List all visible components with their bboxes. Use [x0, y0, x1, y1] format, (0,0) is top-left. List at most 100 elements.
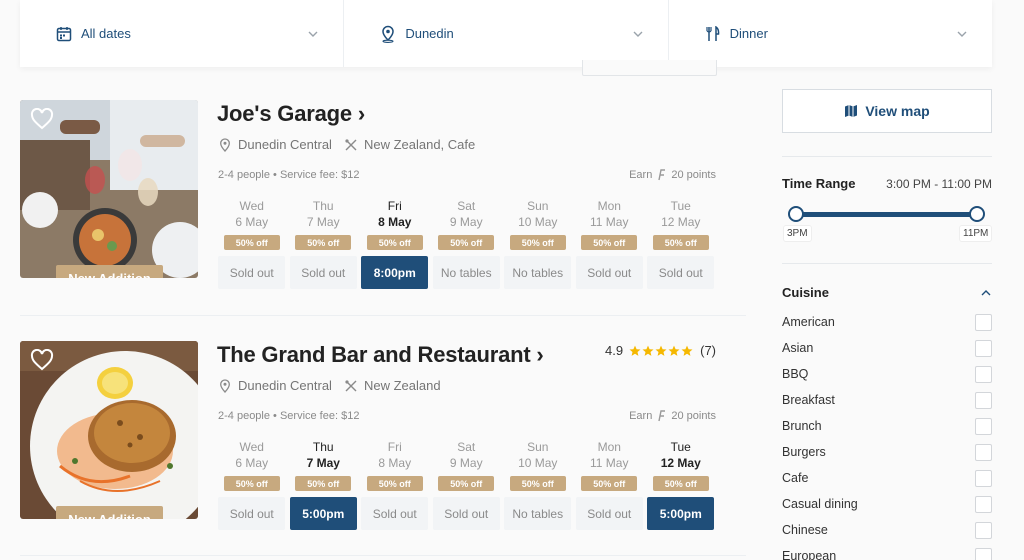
cuisine-option-label: BBQ — [782, 367, 809, 381]
cuisine-option-label: Burgers — [782, 445, 826, 459]
location-filter-label: Dunedin — [405, 26, 454, 41]
discount-badge: 50% off — [295, 476, 352, 491]
time-slot-column: Mon 11 May 50% off Sold out — [575, 198, 644, 289]
cuisine-checkbox[interactable] — [975, 339, 992, 357]
earn-label: Earn — [629, 169, 653, 181]
unavailable-slot: Sold out — [218, 256, 286, 289]
cuisine-option[interactable]: Chinese — [782, 517, 992, 543]
cuisine-checkbox[interactable] — [975, 495, 992, 513]
slot-date: 11 May — [590, 215, 629, 229]
filter-sidebar: View map Time Range 3:00 PM - 11:00 PM 3… — [782, 0, 992, 560]
chevron-up-icon[interactable] — [980, 287, 992, 299]
cuisine-header[interactable]: Cuisine — [782, 285, 992, 300]
cuisine-option[interactable]: Brunch — [782, 413, 992, 439]
restaurant-location: Dunedin Central — [238, 137, 332, 152]
time-slot-column: Sat 9 May 50% off No tables — [432, 198, 501, 289]
earn-points: Earn 20 points — [629, 410, 716, 422]
cuisine-checkbox[interactable] — [975, 365, 992, 383]
unavailable-slot: No tables — [432, 256, 500, 289]
sidebar-divider — [782, 156, 992, 157]
time-range-slider[interactable]: 3PM 11PM — [782, 201, 992, 247]
cuisine-option[interactable]: Casual dining — [782, 491, 992, 517]
slot-date: 8 May — [378, 215, 412, 229]
cuisine-option[interactable]: American — [782, 309, 992, 335]
cuisine-option[interactable]: Breakfast — [782, 387, 992, 413]
cuisine-checkbox[interactable] — [975, 469, 992, 487]
restaurant-photo[interactable]: New Addition — [20, 341, 198, 519]
unavailable-slot: No tables — [504, 497, 572, 530]
restaurant-photo[interactable]: New Addition — [20, 100, 198, 278]
slot-date: 9 May — [449, 456, 483, 470]
slot-weekday: Sun — [527, 199, 549, 213]
restaurant-title[interactable]: Joe's Garage › — [217, 101, 365, 127]
sort-dropdown[interactable] — [582, 60, 717, 76]
discount-badge: 50% off — [509, 476, 566, 491]
book-time-button[interactable]: 8:00pm — [361, 256, 429, 289]
cuisine-option-label: Asian — [782, 341, 814, 355]
date-filter[interactable]: All dates — [20, 0, 345, 67]
cuisine-option[interactable]: Asian — [782, 335, 992, 361]
time-slot-column: Sun 10 May 50% off No tables — [504, 439, 572, 530]
star-icon — [655, 345, 667, 357]
slider-max-label: 11PM — [960, 226, 992, 241]
restaurant-card[interactable]: New Addition The Grand Bar and Restauran… — [20, 341, 746, 541]
slot-weekday: Tue — [670, 199, 691, 213]
cutlery-cross-icon — [344, 379, 358, 393]
cuisine-checkbox[interactable] — [975, 417, 992, 435]
discount-badge: 50% off — [223, 235, 280, 250]
new-addition-badge: New Addition — [56, 265, 163, 278]
restaurant-card[interactable]: New Addition Joe's Garage › Dunedin Cent… — [20, 100, 746, 300]
slot-weekday: Sat — [457, 440, 476, 454]
discount-badge: 50% off — [509, 235, 566, 250]
discount-badge: 50% off — [652, 476, 709, 491]
slot-date: 12 May — [661, 215, 701, 229]
slot-date: 10 May — [518, 215, 558, 229]
cuisine-option[interactable]: European — [782, 543, 992, 560]
cuisine-option[interactable]: Burgers — [782, 439, 992, 465]
restaurant-meta: Dunedin Central New Zealand — [218, 378, 441, 393]
favorite-heart-icon[interactable] — [30, 108, 54, 130]
book-time-button[interactable]: 5:00pm — [647, 497, 715, 530]
book-time-button[interactable]: 5:00pm — [289, 497, 357, 530]
discount-badge: 50% off — [366, 235, 423, 250]
time-slot-column: Thu 7 May 50% off 5:00pm — [289, 439, 358, 530]
points-value: 20 points — [671, 410, 716, 422]
date-filter-label: All dates — [81, 26, 131, 41]
star-icon — [629, 345, 641, 357]
chevron-down-icon — [632, 28, 644, 40]
cuisine-checkbox[interactable] — [975, 443, 992, 461]
cuisine-option-label: Brunch — [782, 419, 822, 433]
slot-weekday: Thu — [312, 199, 334, 213]
favorite-heart-icon[interactable] — [30, 349, 54, 371]
cuisine-list: American Asian BBQ Breakfast Brunch Burgers Ca… — [782, 309, 992, 560]
location-filter[interactable]: Dunedin — [344, 0, 669, 67]
time-slot-column: Tue 12 May 50% off Sold out — [647, 198, 715, 289]
earn-points: Earn 20 points — [629, 169, 716, 181]
chevron-down-icon — [307, 28, 319, 40]
discount-badge: 50% off — [581, 235, 638, 250]
cuisine-option[interactable]: Cafe — [782, 465, 992, 491]
slot-weekday: Mon — [597, 440, 621, 454]
restaurant-title[interactable]: The Grand Bar and Restaurant › — [217, 342, 544, 368]
cuisine-checkbox[interactable] — [975, 391, 992, 409]
cuisine-checkbox[interactable] — [975, 547, 992, 560]
time-slots: Wed 6 May 50% off Sold out Thu 7 May 50% off 5:… — [218, 439, 715, 530]
restaurant-cuisine: New Zealand — [363, 378, 441, 393]
review-count: (7) — [700, 343, 716, 358]
cuisine-option[interactable]: BBQ — [782, 361, 992, 387]
time-range-value: 3:00 PM - 11:00 PM — [886, 177, 992, 191]
cuisine-checkbox[interactable] — [975, 521, 992, 539]
view-map-button[interactable]: View map — [782, 89, 992, 133]
slider-track[interactable] — [796, 212, 977, 217]
cuisine-checkbox[interactable] — [975, 313, 992, 331]
slot-date: 12 May — [660, 456, 701, 470]
slider-min-handle[interactable] — [788, 206, 804, 222]
party-size-fee: 2-4 people • Service fee: $12 — [218, 169, 360, 181]
sidebar-divider — [782, 263, 992, 264]
slot-date: 6 May — [235, 215, 269, 229]
slot-date: 11 May — [590, 456, 629, 470]
slider-max-handle[interactable] — [969, 206, 985, 222]
location-pin-icon — [218, 137, 232, 152]
time-slot-column: Sat 9 May 50% off Sold out — [432, 439, 501, 530]
map-icon — [844, 104, 858, 118]
